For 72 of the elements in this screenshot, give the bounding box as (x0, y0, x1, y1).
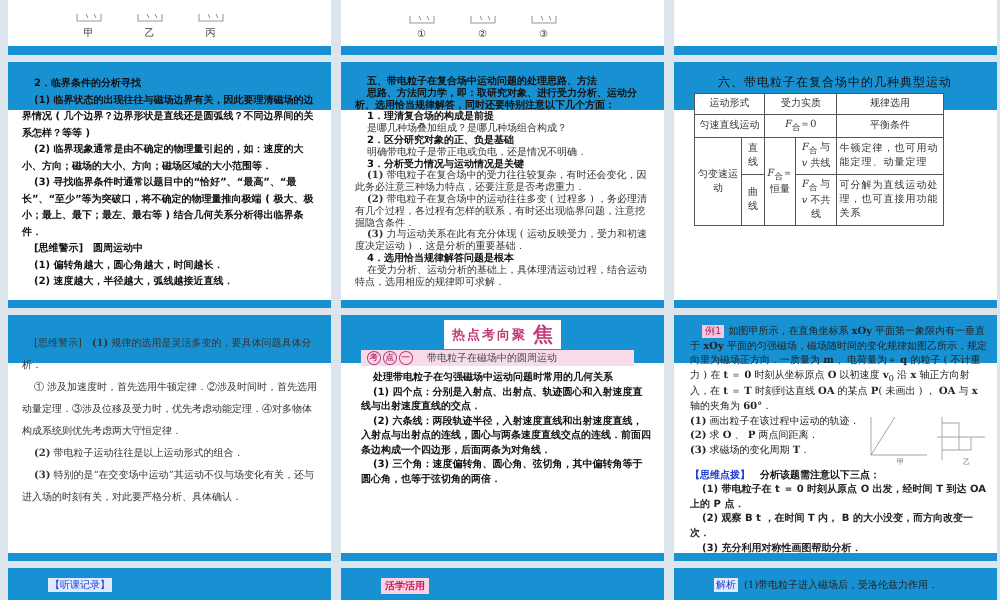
paragraph: (2) 观察 B t ，在时间 T 内， B 的大小没变，而方向改变一次． (690, 512, 974, 541)
paragraph: 在受力分析、运动分析的基础上，具体理清运动过程，结合运动特点，选用相应的规律即可求解． (355, 264, 648, 288)
paragraph: (1) 四个点：分别是入射点、出射点、轨迹圆心和入射速度直线与出射速度直线的交点． (361, 386, 644, 414)
slide-title: 六、带电粒子在复合场中的几种典型运动 (717, 74, 953, 91)
paragraph: (1) 带电粒子在复合场中的受力往往较复杂，有时还会变化，因此务必注意三种场力特点，还要注意是否考虑重力． (355, 170, 648, 194)
figure-label: ② (478, 28, 487, 40)
heading: 1．理清复合场的构成是前提 (366, 111, 495, 122)
table-cell: 直线 (742, 138, 765, 174)
topic-tag: 点 (383, 351, 397, 365)
paragraph: (3) 求磁场的变化周期 T． (690, 444, 812, 458)
tip-text: 分析该题需注意以下三点： (760, 468, 880, 483)
table-cell: F$_{合}$ 与 v 共线 (795, 138, 837, 174)
paragraph: (2) 求 O 、 P 两点间距离． (690, 429, 820, 444)
paragraph: [思维警示] 圆周运动中 (33, 241, 144, 256)
section-badge: 活学活用 (381, 578, 429, 594)
table-cell: 可分解为直线运动处理，也可直接用功能关系 (836, 174, 944, 226)
tip-label: 【思维点拨】 (690, 468, 750, 483)
section-label: 【听课记录】 (48, 578, 112, 592)
table-cell: F$_{合}$＝恒量 (764, 138, 796, 226)
figure-label: 乙 (144, 27, 154, 40)
topic-tag: 一 (399, 351, 413, 365)
banner-mark: 焦 (533, 321, 553, 348)
diagram-drawing (74, 14, 104, 24)
table-cell: 受力实质 (764, 94, 837, 114)
figure-label: 甲 (84, 27, 94, 40)
paragraph: (3) 三个角：速度偏转角、圆心角、弦切角，其中偏转角等于圆心角，也等于弦切角的两倍． (361, 458, 644, 486)
section-label: 解析 (714, 578, 738, 592)
paragraph: (3) 特别的是“在交变场中运动”其运动不仅与场变化有关，还与进入场的时刻有关，对此要严格分析、具体确认． (22, 468, 315, 505)
figure-label: ① (417, 28, 426, 40)
example-badge: 例1 (702, 325, 724, 338)
topic-title: 带电粒子在磁场中的圆周运动 (427, 352, 557, 365)
table-cell: 匀变速运动 (694, 138, 742, 226)
table-cell: 平衡条件 (836, 114, 944, 138)
paragraph: 是哪几种场叠加组成？是哪几种场组合构成？ (366, 123, 568, 134)
diagram-drawing (406, 16, 436, 26)
paragraph: (3) 力与运动关系在此有充分体现 ( 运动反映受力，受力和初速度决定运动 ) ，这是分析的重要基础． (355, 229, 648, 252)
table-cell: 规律选用 (836, 94, 944, 114)
table-cell: F$_{合}$ 与 v 不共线 (795, 174, 837, 226)
topic-tag: 考 (367, 351, 381, 365)
paragraph: [思维警示] (1) 规律的选用是灵活多变的，要具体问题具体分析． (22, 336, 312, 373)
heading: 2．临界条件的分析寻找 (33, 76, 142, 91)
paragraph: (2) 六条线：两段轨迹半径，入射速度直线和出射速度直线，入射点与出射点的连线，圆心与两条速度直线交点的连线．前面四条边构成一个四边形，后面两条为对角线． (361, 414, 652, 458)
heading: 思路、方法同力学，即：取研究对象、进行受力分析、运动分析、选用恰当规律解答，同时还要特别注意以下几个方面： (355, 88, 638, 111)
paragraph: (3) 寻找临界条件时通常以题目中的“恰好”、“最高”、“最长”、“至少”等为突破口，将不确定的物理量推向极端 ( 极大、极小；最上、最下；最左、最右等 ) 结合几何关系分析得出临界条件． (22, 175, 314, 240)
paragraph: 明确带电粒子是带正电或负电，还是情况不明确． (366, 146, 588, 158)
table-cell: 匀速直线运动 (694, 114, 765, 138)
table-cell: 牛顿定律，也可用动能定理、动量定理 (836, 138, 944, 174)
paragraph: (3) 充分利用对称性画图帮助分析． (701, 542, 863, 556)
paragraph: (2) 带电粒子在复合场中的运动往往多变 ( 过程多 ) ，务必理清有几个过程，各过程有怎样的联系，有时还出现临界问题，注意挖掘隐含条件． (355, 194, 648, 229)
paragraph: (1) 画出粒子在该过程中运动的轨迹． (690, 414, 861, 429)
diagram-drawing (134, 14, 164, 24)
heading: 4．选用恰当规律解答问题是根本 (366, 252, 515, 264)
heading: 五、带电粒子在复合场中运动问题的处理思路、方法 (366, 76, 598, 87)
banner-title: 热点考向聚 (452, 326, 527, 344)
paragraph: 处理带电粒子在匀强磁场中运动问题时常用的几何关系 (372, 371, 614, 385)
paragraph: (1)带电粒子进入磁场后，受洛伦兹力作用． (744, 578, 938, 592)
diagram-drawing (468, 16, 498, 26)
table-cell: F$_{合}$＝0 (764, 114, 837, 138)
diagram-drawing (528, 16, 558, 26)
paragraph: (1) 临界状态的出现往往与磁场边界有关，因此要理清磁场的边界情况 ( 几个边界？边界形状是直线还是圆弧线？不同边界间的关系怎样？等等 ) (22, 94, 315, 140)
table-cell: 运动形式 (694, 94, 765, 114)
paragraph: (2) 带电粒子运动往往是以上运动形式的组合． (33, 446, 245, 461)
heading: 3．分析受力情况与运动情况是关键 (366, 158, 524, 170)
heading: 2．区分研究对象的正、负是基础 (366, 134, 515, 146)
figure-label: 丙 (206, 27, 216, 40)
paragraph: (2) 速度越大，半径越大，弧线越接近直线． (33, 274, 235, 289)
paragraph: (1) 带电粒子在 t ＝ 0 时刻从原点 O 出发，经时间 T 到达 OA 上的 P 点． (690, 483, 987, 512)
figure-label: ③ (539, 28, 548, 40)
paragraph: (1) 偏转角越大，圆心角越大，时间越长． (33, 258, 225, 272)
paragraph: ① 涉及加速度时，首先选用牛顿定律．②涉及时间时，首先选用动量定理．③涉及位移及受力时，优先考虑动能定理．④对多物体构成系统则优先考虑两大守恒定律． (22, 380, 318, 439)
paragraph: (2) 临界现象通常是由不确定的物理量引起的，如：速度的大小、方向；磁场的大小、方向；磁场区域的大小范围等． (22, 142, 305, 174)
diagram-drawing (196, 14, 226, 24)
